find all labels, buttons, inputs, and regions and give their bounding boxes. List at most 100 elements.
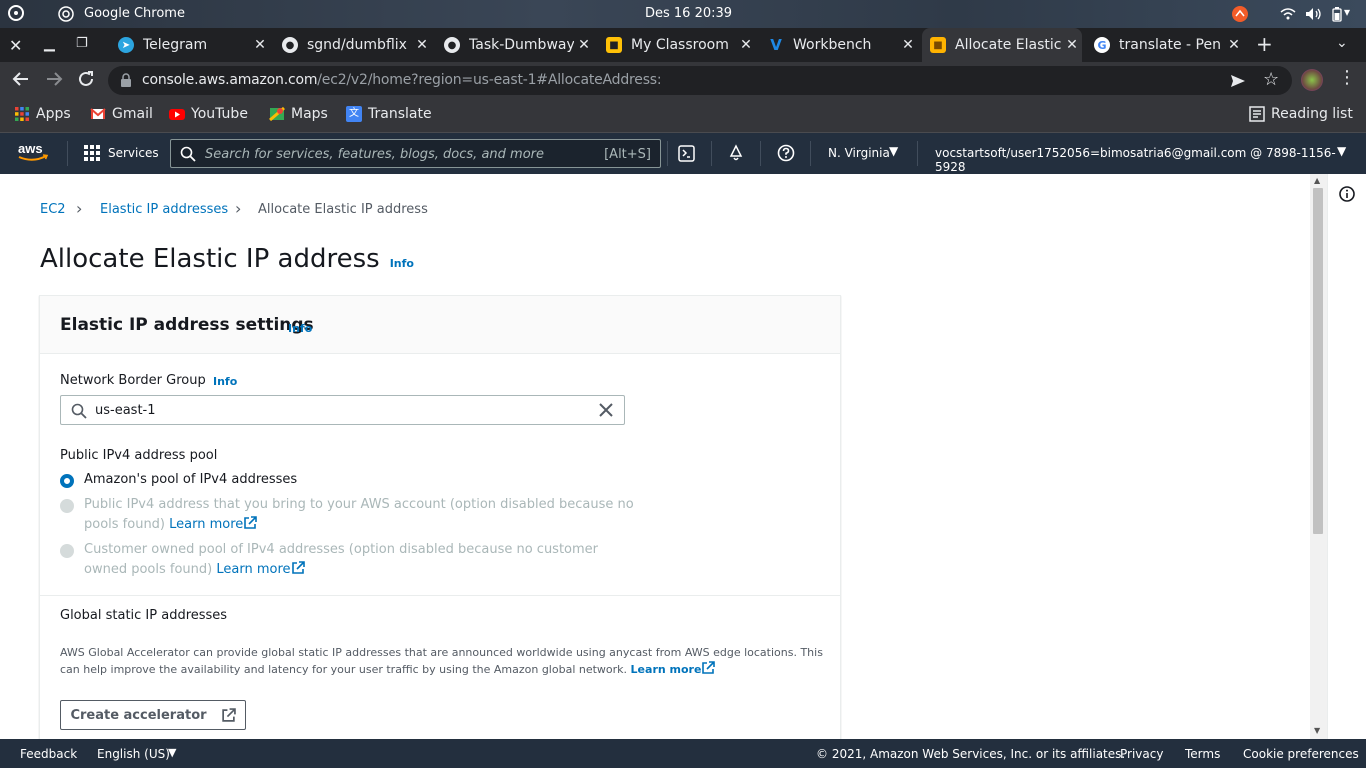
forward-arrow-icon[interactable] — [45, 70, 63, 92]
radio-customer-pool — [60, 544, 74, 558]
scrollbar-thumb[interactable] — [1313, 188, 1323, 534]
tab-close-icon[interactable]: ✕ — [574, 37, 594, 53]
lock-icon[interactable] — [120, 73, 132, 91]
power-menu-chevron-icon[interactable]: ▾ — [1344, 5, 1350, 19]
radio-amazon-pool[interactable] — [60, 474, 74, 488]
radio-byoip-label: Public IPv4 address that you bring to yo… — [84, 497, 634, 512]
tab-label: Task-Dumbways — [469, 37, 574, 53]
language-selector[interactable]: English (US) — [97, 747, 170, 761]
send-tab-icon[interactable] — [1230, 73, 1246, 93]
cloudshell-icon[interactable] — [678, 145, 695, 165]
network-border-group-input[interactable]: us-east-1 — [60, 395, 625, 425]
new-tab-plus-icon[interactable]: + — [1256, 32, 1273, 56]
tab-github-dumbflix[interactable]: ● sgnd/dumbflix ✕ — [274, 28, 432, 62]
classroom-icon: ■ — [606, 37, 622, 53]
tab-telegram[interactable]: ➤ Telegram ✕ — [110, 28, 270, 62]
github-icon: ● — [444, 37, 460, 53]
window-minimize-icon[interactable]: ▁ — [44, 36, 55, 52]
terms-link[interactable]: Terms — [1185, 747, 1220, 761]
reading-list[interactable]: Reading list — [1249, 106, 1353, 122]
tab-classroom[interactable]: ■ My Classroom ✕ — [598, 28, 756, 62]
services-menu[interactable]: Services — [108, 146, 159, 160]
tab-close-icon[interactable]: ✕ — [898, 37, 918, 53]
page-scrollbar[interactable]: ▲ ▼ — [1310, 174, 1327, 739]
settings-panel-title: Elastic IP address settings — [60, 315, 314, 335]
notification-app-icon[interactable] — [1232, 6, 1248, 26]
create-accelerator-label: Create accelerator — [70, 707, 207, 723]
search-shortcut-hint: [Alt+S] — [604, 147, 651, 162]
tab-close-icon[interactable]: ✕ — [736, 37, 756, 53]
scroll-down-arrow-icon[interactable]: ▼ — [1314, 726, 1320, 735]
external-link-icon[interactable] — [291, 561, 305, 582]
ubuntu-logo-icon[interactable] — [8, 5, 24, 25]
bookmark-gmail[interactable]: Gmail — [90, 106, 153, 122]
bookmark-youtube[interactable]: YouTube — [169, 106, 248, 122]
feedback-link[interactable]: Feedback — [20, 747, 77, 761]
page-info-link[interactable]: Info — [390, 257, 414, 270]
svg-text:aws: aws — [18, 141, 43, 156]
tab-allocate-elastic-ip[interactable]: ■ Allocate Elastic IP ✕ — [922, 28, 1082, 62]
bookmark-maps[interactable]: Maps — [269, 106, 328, 122]
customer-pool-learn-more-link[interactable]: Learn more — [216, 562, 290, 577]
radio-amazon-pool-label[interactable]: Amazon's pool of IPv4 addresses — [84, 470, 297, 490]
profile-avatar[interactable] — [1301, 69, 1323, 91]
search-icon — [180, 146, 196, 165]
bookmark-translate[interactable]: 文 Translate — [346, 106, 432, 122]
settings-info-link[interactable]: Info — [288, 322, 312, 335]
bell-icon[interactable] — [727, 144, 745, 165]
volume-icon[interactable] — [1305, 7, 1323, 25]
tab-close-icon[interactable]: ✕ — [1062, 37, 1082, 53]
url-path: /ec2/v2/home?region=us-east-1#AllocateAd… — [317, 72, 662, 88]
reload-icon[interactable] — [77, 70, 95, 92]
external-link-icon[interactable] — [701, 661, 716, 680]
section-divider — [40, 595, 840, 596]
tab-search-chevron-icon[interactable]: ⌄ — [1336, 35, 1348, 51]
telegram-icon: ➤ — [118, 37, 134, 53]
tab-close-icon[interactable]: ✕ — [1224, 37, 1244, 53]
network-border-group-info-link[interactable]: Info — [213, 375, 237, 388]
chrome-icon — [58, 6, 74, 26]
aws-search-input[interactable]: Search for services, features, blogs, do… — [170, 139, 661, 168]
account-chevron-down-icon[interactable]: ▼ — [1337, 144, 1346, 158]
external-link-icon[interactable] — [243, 516, 258, 537]
wifi-icon[interactable] — [1280, 7, 1296, 25]
clock[interactable]: Des 16 20:39 — [645, 6, 732, 21]
bookmark-star-icon[interactable]: ☆ — [1263, 69, 1279, 90]
window-restore-icon[interactable]: ❐ — [76, 36, 88, 51]
language-chevron-down-icon[interactable]: ▼ — [168, 746, 176, 759]
search-placeholder: Search for services, features, blogs, do… — [205, 147, 544, 162]
active-app-label[interactable]: Google Chrome — [84, 6, 185, 21]
tab-github-task[interactable]: ● Task-Dumbways ✕ — [436, 28, 594, 62]
clear-input-icon[interactable] — [598, 402, 614, 422]
account-menu[interactable]: vocstartsoft/user1752056=bimosatria6@gma… — [935, 146, 1366, 174]
tab-close-icon[interactable]: ✕ — [250, 37, 270, 53]
breadcrumb-ec2[interactable]: EC2 — [40, 202, 66, 217]
scroll-up-arrow-icon[interactable]: ▲ — [1314, 176, 1320, 185]
help-icon[interactable] — [777, 144, 795, 165]
kebab-menu-icon[interactable]: ⋮ — [1338, 67, 1356, 88]
privacy-link[interactable]: Privacy — [1120, 747, 1163, 761]
byoip-learn-more-link[interactable]: Learn more — [169, 517, 243, 532]
bookmark-apps[interactable]: Apps — [14, 106, 71, 122]
region-chevron-down-icon[interactable]: ▼ — [889, 144, 898, 158]
breadcrumb-chevron-icon: › — [76, 199, 83, 218]
page-title: Allocate Elastic IP address Info — [40, 244, 414, 274]
aws-logo-icon[interactable]: aws — [17, 141, 49, 166]
create-accelerator-button[interactable]: Create accelerator — [60, 700, 246, 730]
global-learn-more-link[interactable]: Learn more — [631, 663, 702, 676]
radio-customer-label-cont: owned pools found) — [84, 562, 213, 577]
tab-close-icon[interactable]: ✕ — [412, 37, 432, 53]
tab-workbench[interactable]: V Workbench ✕ — [760, 28, 918, 62]
breadcrumb-elastic-ips[interactable]: Elastic IP addresses — [100, 202, 228, 217]
battery-icon[interactable] — [1332, 7, 1342, 26]
radio-byoip-pool — [60, 499, 74, 513]
tab-translate[interactable]: G translate - Pen ✕ — [1086, 28, 1244, 62]
address-bar[interactable]: console.aws.amazon.com/ec2/v2/home?regio… — [108, 66, 1292, 95]
google-icon: G — [1094, 37, 1110, 53]
window-close-icon[interactable]: ✕ — [9, 36, 22, 55]
region-selector[interactable]: N. Virginia — [828, 146, 890, 160]
info-panel-toggle-icon[interactable] — [1339, 186, 1355, 206]
back-arrow-icon[interactable] — [12, 70, 30, 92]
cookie-preferences-link[interactable]: Cookie preferences — [1243, 747, 1359, 761]
services-grid-icon[interactable] — [83, 144, 101, 165]
